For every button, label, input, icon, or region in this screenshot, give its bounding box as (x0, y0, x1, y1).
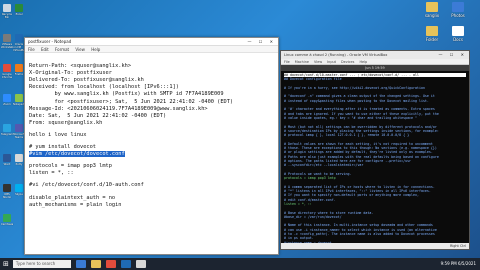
vbox-menu-help[interactable]: Help (359, 60, 367, 64)
taskbar: ⊞ Type here to search 9:59 PM 6/5/2021 (0, 258, 480, 270)
config-line: listen = *, :: (29, 170, 74, 177)
notepad-titlebar[interactable]: postfixuser - Notepad — ☐ ✕ (25, 38, 278, 46)
desktop-icon[interactable]: Recycle Bin (1, 4, 13, 19)
desktop-icon-label: Telegram (1, 133, 13, 136)
vbox-menu-machine[interactable]: Machine (295, 60, 309, 64)
header-line: Received: from localhost (localhost [IPv… (29, 84, 179, 91)
guest-topbar: Jun 5 19:59 (281, 65, 469, 71)
menu-edit[interactable]: Edit (41, 47, 49, 52)
desktop-icon[interactable]: sanglix (420, 2, 444, 18)
header-line: for <postfixuser>; Sat, 5 Jun 2021 22:41… (29, 98, 234, 105)
app-icon (15, 4, 23, 12)
desktop-icon[interactable]: OBS Studio (1, 184, 13, 199)
desktop-icon[interactable]: VMware Workstation (1, 34, 17, 49)
app-icon (15, 184, 23, 192)
desktop-icon-label: Excel (15, 13, 23, 16)
desktop-icon[interactable]: Camtasia (1, 214, 13, 226)
app-icon (15, 34, 23, 42)
vbox-menu-view[interactable]: View (314, 60, 322, 64)
body-line: hello i love linux (29, 131, 87, 138)
system-tray[interactable]: 9:59 PM 6/5/2021 (441, 258, 476, 270)
windows-start-icon[interactable]: ⊞ (3, 258, 9, 270)
app-icon (3, 64, 11, 72)
desktop-icon[interactable]: Excel (13, 4, 25, 16)
host-key: Right Ctrl (449, 244, 466, 248)
vbox-menu-file[interactable]: File (284, 60, 290, 64)
app-icon (3, 124, 11, 132)
desktop-icon[interactable]: Google Chrome (1, 64, 13, 79)
command-line: #vi /etc/dovecot/conf.d/10-auth.conf (29, 182, 144, 189)
header-line: From: squser@sanglix.kh (29, 119, 103, 126)
app-icon (452, 26, 464, 36)
notepad-menubar[interactable]: File Edit Format View Help (25, 46, 278, 53)
notepad-title: postfixuser - Notepad (28, 39, 72, 44)
desktop-icon[interactable]: Telegram (1, 124, 13, 136)
config-line: protocols = imap pop3 lmtp (29, 163, 112, 170)
taskbar-search-input[interactable]: Type here to search (12, 260, 71, 268)
desktop-icon[interactable]: Zoom (1, 94, 13, 106)
vbox-title: Linux comme à chaud 2 (Running) - Oracle… (284, 53, 388, 57)
app-icon (15, 94, 23, 102)
config-line: auth_mechanisms = plain login (29, 201, 122, 208)
app-icon (3, 184, 11, 192)
desktop-icon-label: Camtasia (1, 223, 14, 226)
app-icon (426, 2, 438, 12)
header-line: Delivered-To: postfixuser@sanglix.kh (29, 77, 144, 84)
app-icon (3, 214, 11, 222)
notepad-text-area[interactable]: Return-Path: <squser@sanglix.kh> X-Origin… (25, 53, 278, 226)
header-line: X-Original-To: postfixuser (29, 70, 112, 77)
vbox-menu-input[interactable]: Input (327, 60, 336, 64)
app-icon (3, 94, 11, 102)
vbox-statusbar: Right Ctrl (281, 243, 469, 249)
header-line: by www.sanglix.kh (Postfix) with SMTP id… (29, 91, 224, 98)
header-line: Message-Id: <20210606024119.7F7A4189E009… (29, 105, 208, 112)
desktop-icon[interactable]: Word (1, 154, 13, 166)
vbox-titlebar[interactable]: Linux comme à chaud 2 (Running) - Oracle… (281, 51, 469, 59)
clock-time: 9:59 PM (440, 261, 457, 266)
app-icon (426, 26, 438, 36)
file-explorer-icon[interactable] (90, 260, 101, 268)
app-icon (3, 4, 11, 12)
command-line: # yum install dovecot (29, 144, 96, 151)
terminal-output[interactable]: ## dovecot/conf.d/10-master.conf ... ; e… (281, 71, 469, 243)
header-line: Return-Path: <squser@sanglix.kh> (29, 63, 132, 70)
notepad-window[interactable]: postfixuser - Notepad — ☐ ✕ File Edit Fo… (24, 37, 279, 255)
clock-date: 6/5/2021 (458, 261, 476, 266)
chrome-icon[interactable] (105, 260, 116, 268)
virtualbox-window[interactable]: Linux comme à chaud 2 (Running) - Oracle… (280, 50, 470, 250)
app-icon (452, 2, 464, 12)
config-line: disable_plaintext_auth = no (29, 194, 116, 201)
desktop-icon[interactable]: Photos (446, 2, 470, 18)
desktop-icon-label: Word (3, 163, 11, 166)
app-icon (15, 124, 23, 132)
desktop-icon-label: Recycle Bin (2, 13, 12, 19)
desktop-icon-label: Photos (451, 13, 465, 18)
desktop-icon[interactable]: Docs (446, 26, 470, 42)
menu-view[interactable]: View (75, 47, 85, 52)
window-controls[interactable]: — ☐ ✕ (248, 38, 276, 46)
app-icon (15, 64, 23, 72)
window-controls[interactable]: — ☐ ✕ (439, 51, 467, 59)
desktop-icon-label: OBS Studio (2, 193, 12, 199)
selected-command[interactable]: #vim /etc/dovecot/dovecot.conf (29, 151, 125, 158)
notepad-icon[interactable] (135, 260, 146, 268)
app-icon (15, 154, 23, 162)
virtualbox-icon[interactable] (120, 260, 131, 268)
desktop-icon-label: Google Chrome (1, 73, 13, 79)
vbox-menu-devices[interactable]: Devices (341, 60, 354, 64)
header-line: Date: Sat, 5 Jun 2021 22:41:02 -0400 (ED… (29, 112, 167, 119)
app-icon (3, 34, 11, 42)
desktop-icon-label: Zoom (3, 103, 11, 106)
guest-clock: Jun 5 19:59 (365, 66, 385, 70)
menu-help[interactable]: Help (91, 47, 100, 52)
menu-file[interactable]: File (28, 47, 35, 52)
menu-format[interactable]: Format (55, 47, 69, 52)
task-view-icon[interactable] (75, 260, 86, 268)
desktop-icon-label: sanglix (424, 13, 440, 18)
desktop-icon[interactable]: Folder (420, 26, 444, 42)
desktop-icon-label: VMware Workstation (1, 43, 17, 49)
desktop-icon-label: Folder (425, 37, 439, 42)
desktop-icon-label: Docs (453, 37, 463, 42)
app-icon (3, 154, 11, 162)
